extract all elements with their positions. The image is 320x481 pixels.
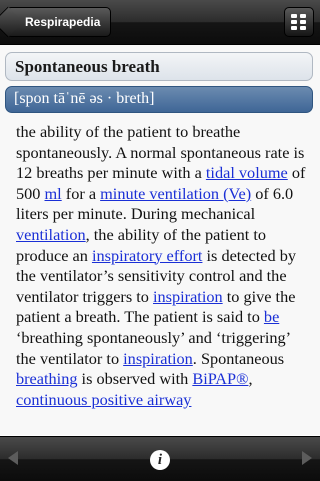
- menu-button[interactable]: [284, 7, 314, 37]
- info-button[interactable]: i: [150, 450, 170, 470]
- definition-link[interactable]: ventilation: [16, 225, 86, 244]
- definition-link[interactable]: tidal volume: [206, 163, 288, 182]
- right-arrow-icon[interactable]: [300, 450, 314, 466]
- navigation-bar: Respirapedia: [0, 0, 320, 45]
- definition-link[interactable]: continuous positive airway: [16, 390, 191, 409]
- pronunciation: [spon tāˈnē əs · breth]: [5, 86, 313, 113]
- entry-title: Spontaneous breath: [5, 52, 313, 81]
- definition-link[interactable]: be: [264, 307, 279, 326]
- definition-segment: is observed with: [77, 369, 193, 389]
- definition-link[interactable]: BiPAP®: [192, 369, 248, 388]
- definition-link[interactable]: breathing: [16, 369, 77, 388]
- back-button-label: Respirapedia: [25, 15, 101, 29]
- left-arrow-icon[interactable]: [6, 450, 20, 466]
- definition-segment: for a: [61, 183, 101, 203]
- back-button[interactable]: Respirapedia: [6, 7, 112, 37]
- definition-segment: . Spontaneous: [192, 348, 285, 368]
- definition-link[interactable]: minute ventilation (Ve): [100, 184, 251, 203]
- grid-menu-icon: [291, 14, 306, 30]
- definition-link[interactable]: inspiration: [153, 287, 223, 306]
- bottom-toolbar: i: [0, 436, 320, 481]
- definition-segment: ,: [248, 369, 253, 389]
- definition-text: the ability of the patient to breathe sp…: [16, 122, 308, 410]
- definition-link[interactable]: inspiratory effort: [92, 246, 202, 265]
- definition-link[interactable]: inspiration: [123, 349, 193, 368]
- definition-link[interactable]: ml: [45, 184, 62, 203]
- entry-content[interactable]: Spontaneous breath [spon tāˈnē əs · bret…: [0, 45, 320, 435]
